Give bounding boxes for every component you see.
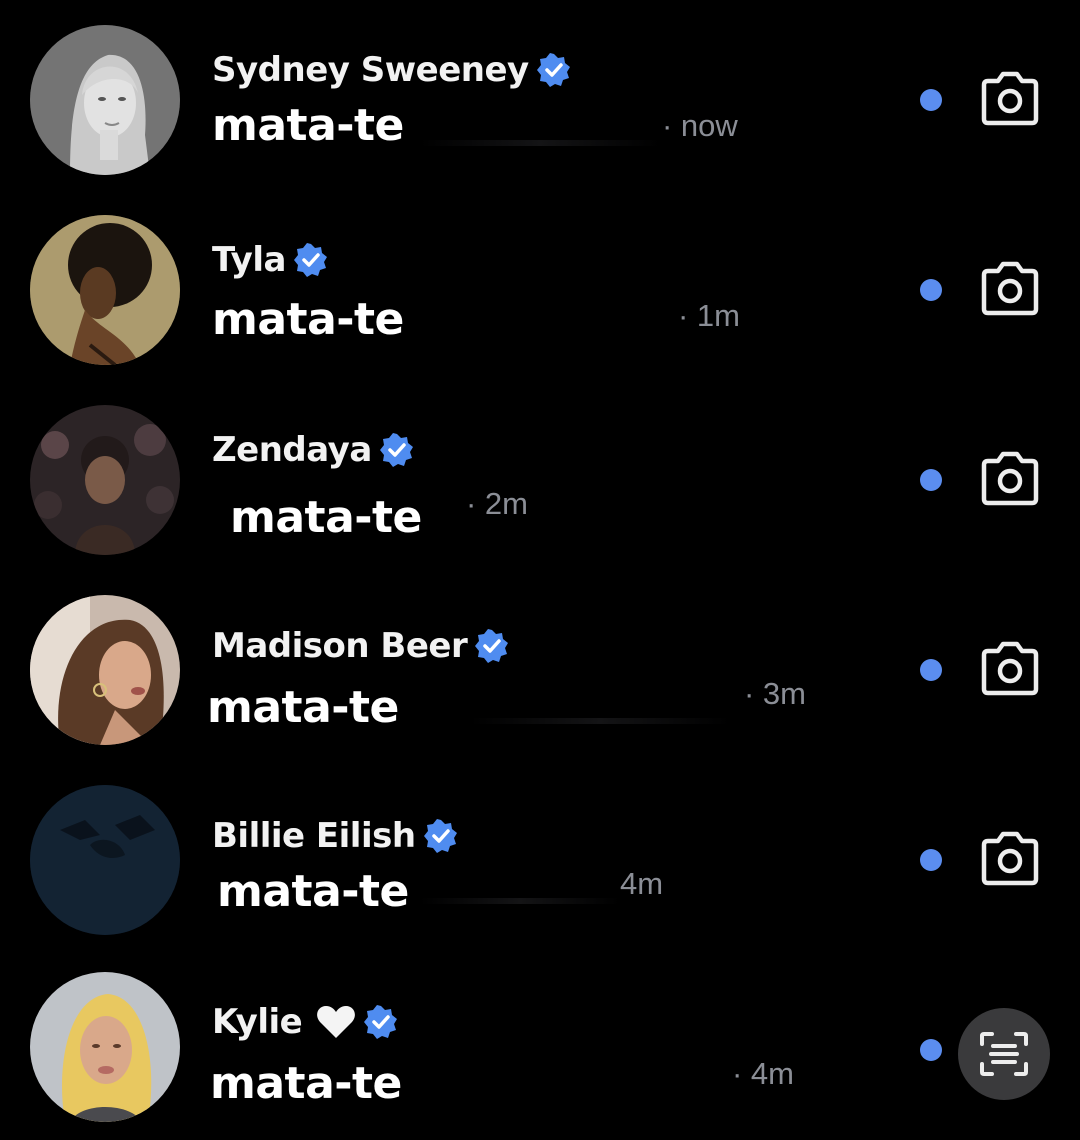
avatar[interactable]	[30, 215, 180, 365]
thread-header: Zendaya	[212, 430, 414, 470]
thread-name: Kylie	[212, 1002, 303, 1042]
message-preview: mata-te	[210, 1058, 402, 1109]
thread-row-tyla[interactable]: Tyla mata-te · 1m	[0, 190, 1080, 380]
thread-name: Billie Eilish	[212, 816, 416, 856]
thread-row-sydney-sweeney[interactable]: Sydney Sweeney mata-te · now	[0, 0, 1080, 190]
avatar[interactable]	[30, 595, 180, 745]
unread-dot-icon	[920, 659, 942, 681]
avatar[interactable]	[30, 25, 180, 175]
verified-badge-icon	[379, 433, 414, 467]
camera-icon[interactable]	[978, 259, 1042, 319]
verified-badge-icon	[364, 1005, 398, 1039]
thread-row-kylie[interactable]: Kylie mata-te · 4m	[0, 950, 1080, 1140]
thread-name: Sydney Sweeney	[212, 50, 529, 90]
redaction-smudge	[420, 898, 620, 904]
avatar[interactable]	[30, 972, 180, 1122]
thread-row-madison-beer[interactable]: Madison Beer mata-te · 3m	[0, 570, 1080, 760]
thread-header: Madison Beer	[212, 626, 509, 666]
message-preview: mata-te	[217, 866, 409, 917]
thread-header: Billie Eilish	[212, 816, 458, 856]
message-preview: mata-te	[212, 100, 404, 151]
thread-header: Sydney Sweeney	[212, 50, 571, 90]
timestamp: · now	[662, 108, 738, 143]
thread-header: Kylie	[212, 1002, 398, 1042]
verified-badge-icon	[536, 53, 571, 87]
timestamp: · 1m	[678, 298, 740, 333]
timestamp: 4m	[620, 866, 664, 901]
scan-button[interactable]	[958, 1008, 1050, 1100]
thread-row-zendaya[interactable]: Zendaya mata-te · 2m	[0, 380, 1080, 570]
unread-dot-icon	[920, 1039, 942, 1061]
avatar[interactable]	[30, 785, 180, 935]
timestamp: · 2m	[466, 486, 528, 521]
thread-name: Zendaya	[212, 430, 372, 470]
thread-name: Tyla	[212, 240, 286, 280]
unread-dot-icon	[920, 849, 942, 871]
thread-header: Tyla	[212, 240, 328, 280]
thread-row-billie-eilish[interactable]: Billie Eilish mata-te 4m	[0, 760, 1080, 950]
camera-icon[interactable]	[978, 639, 1042, 699]
timestamp: · 4m	[732, 1056, 794, 1091]
thread-name: Madison Beer	[212, 626, 468, 666]
verified-badge-icon	[423, 819, 458, 853]
avatar[interactable]	[30, 405, 180, 555]
verified-badge-icon	[293, 243, 328, 277]
redaction-smudge	[420, 140, 660, 146]
redaction-smudge	[470, 718, 730, 724]
white-heart-icon	[316, 1004, 356, 1040]
camera-icon[interactable]	[978, 829, 1042, 889]
unread-dot-icon	[920, 279, 942, 301]
verified-badge-icon	[475, 629, 509, 663]
camera-icon[interactable]	[978, 69, 1042, 129]
scan-icon	[980, 1032, 1028, 1076]
timestamp: · 3m	[744, 676, 806, 711]
unread-dot-icon	[920, 89, 942, 111]
camera-icon[interactable]	[978, 449, 1042, 509]
message-preview: mata-te	[207, 682, 399, 733]
message-preview: mata-te	[230, 492, 422, 543]
message-preview: mata-te	[212, 294, 404, 345]
unread-dot-icon	[920, 469, 942, 491]
